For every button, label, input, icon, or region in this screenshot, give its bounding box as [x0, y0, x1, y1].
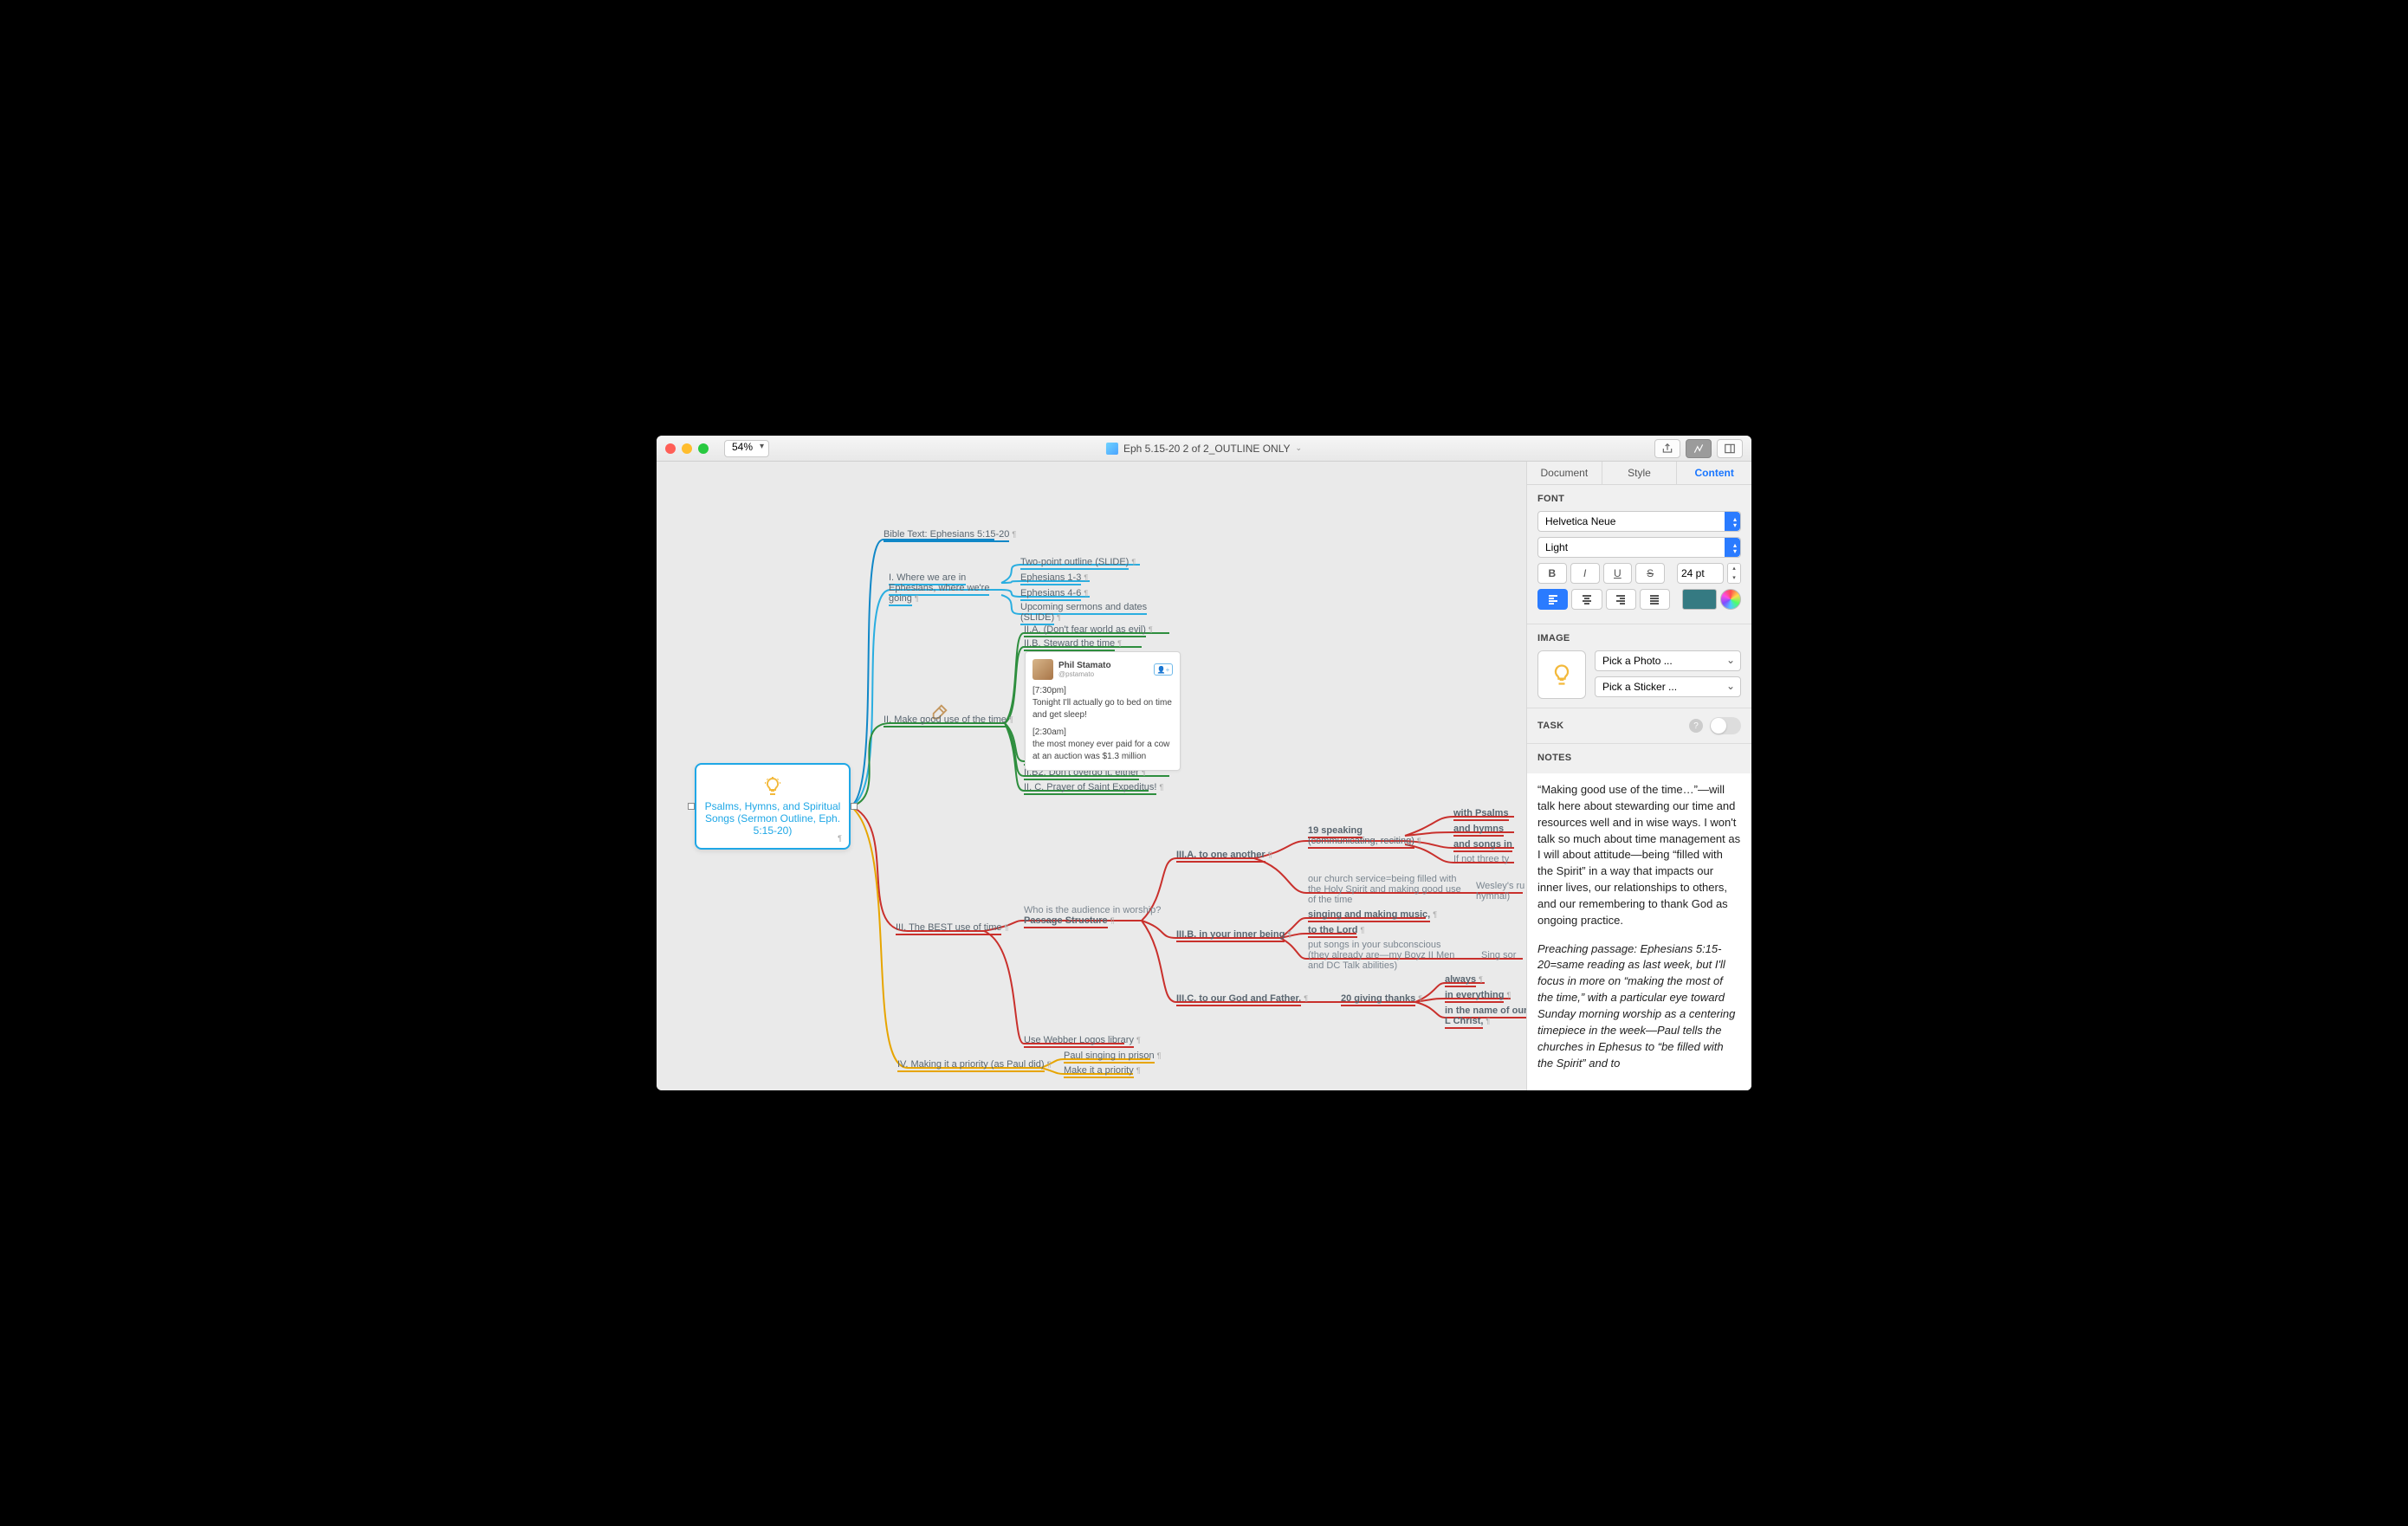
- tweet-name: Phil Stamato: [1058, 661, 1111, 670]
- root-label: Psalms, Hymns, and Spiritual Songs (Serm…: [703, 800, 842, 837]
- node-where[interactable]: I. Where we are in Ephesians, where we'r…: [889, 572, 1001, 604]
- notes-header: NOTES: [1527, 744, 1751, 773]
- resize-handle-right[interactable]: [851, 803, 858, 810]
- node-make-priority[interactable]: Make it a priority¶: [1064, 1065, 1141, 1076]
- node-ineverything[interactable]: in everything¶: [1445, 990, 1511, 1000]
- node-iiib[interactable]: III.B. in your inner being¶: [1176, 929, 1291, 940]
- image-thumbnail[interactable]: [1537, 650, 1586, 699]
- share-button[interactable]: [1654, 439, 1680, 458]
- node-upcoming[interactable]: Upcoming sermons and dates (SLIDE)¶: [1020, 602, 1150, 623]
- node-singing[interactable]: singing and making music,¶: [1308, 909, 1437, 920]
- mindmap-canvas[interactable]: Psalms, Hymns, and Spiritual Songs (Serm…: [657, 462, 1526, 1090]
- node-songs[interactable]: and songs in: [1453, 839, 1512, 850]
- node-webber[interactable]: Use Webber Logos library¶: [1024, 1035, 1141, 1045]
- font-weight-select[interactable]: Light▴▾: [1537, 537, 1741, 558]
- node-iia[interactable]: II.A. (Don't fear world as evil)¶: [1024, 624, 1153, 635]
- inspector-panel: Document Style Content FONT Helvetica Ne…: [1526, 462, 1751, 1090]
- minimize-icon[interactable]: [682, 443, 692, 454]
- node-singsor[interactable]: Sing sor: [1481, 950, 1516, 960]
- tab-content[interactable]: Content: [1677, 462, 1751, 484]
- panels-toggle[interactable]: [1717, 439, 1743, 458]
- avatar: [1032, 659, 1053, 680]
- font-size-input[interactable]: [1677, 563, 1724, 584]
- title-chevron-icon[interactable]: ⌄: [1296, 443, 1303, 453]
- image-section: IMAGE Pick a Photo ... Pick a Sticker ..…: [1527, 624, 1751, 708]
- align-justify-button[interactable]: [1640, 589, 1670, 610]
- node-eph13[interactable]: Ephesians 1-3¶: [1020, 572, 1088, 583]
- node-tolord[interactable]: to the Lord¶: [1308, 925, 1364, 935]
- node-ifnot[interactable]: If not three ty: [1453, 854, 1509, 864]
- task-toggle[interactable]: [1710, 717, 1741, 734]
- resize-handle-left[interactable]: [688, 803, 695, 810]
- node-passage[interactable]: Passage Structure¶: [1024, 915, 1114, 926]
- node-iiia[interactable]: III.A. to one another¶: [1176, 850, 1272, 860]
- body: Psalms, Hymns, and Spiritual Songs (Serm…: [657, 462, 1751, 1090]
- tweet-body: [7:30pm] Tonight I'll actually go to bed…: [1032, 685, 1173, 763]
- traffic-lights: [665, 443, 709, 454]
- tweet-handle: @pstamato: [1058, 670, 1111, 678]
- align-center-button[interactable]: [1571, 589, 1602, 610]
- node-speaking[interactable]: 19 speaking (communicating, reciting)¶: [1308, 825, 1429, 846]
- strike-button[interactable]: S: [1635, 563, 1665, 584]
- font-section: FONT Helvetica Neue▴▾ Light▴▾ B I U S ▴▾: [1527, 485, 1751, 624]
- node-church[interactable]: our church service=being filled with the…: [1308, 874, 1464, 905]
- node-psalms[interactable]: with Psalms: [1453, 808, 1509, 818]
- pick-photo-button[interactable]: Pick a Photo ...: [1595, 650, 1741, 671]
- titlebar: 54% Eph 5.15-20 2 of 2_OUTLINE ONLY ⌄: [657, 436, 1751, 462]
- node-priority[interactable]: IV. Making it a priority (as Paul did)¶: [897, 1059, 1051, 1070]
- node-hymns[interactable]: and hymns: [1453, 824, 1504, 834]
- node-thanks[interactable]: 20 giving thanks¶: [1341, 993, 1422, 1004]
- font-family-select[interactable]: Helvetica Neue▴▾: [1537, 511, 1741, 532]
- inspector-tabs: Document Style Content: [1527, 462, 1751, 485]
- align-right-button[interactable]: [1606, 589, 1636, 610]
- tab-document[interactable]: Document: [1527, 462, 1602, 484]
- node-inname[interactable]: in the name of our L Christ,¶: [1445, 1005, 1526, 1026]
- node-always[interactable]: always¶: [1445, 974, 1483, 985]
- image-label: IMAGE: [1537, 633, 1741, 643]
- bold-button[interactable]: B: [1537, 563, 1567, 584]
- node-iib[interactable]: II.B. Steward the time¶: [1024, 638, 1122, 649]
- tab-style[interactable]: Style: [1602, 462, 1678, 484]
- toolbar-right: [1654, 439, 1743, 458]
- node-putsongs[interactable]: put songs in your subconscious (they alr…: [1308, 940, 1464, 971]
- underline-button[interactable]: U: [1603, 563, 1633, 584]
- node-bible-text[interactable]: Bible Text: Ephesians 5:15-20¶: [884, 529, 1016, 540]
- window-title: Eph 5.15-20 2 of 2_OUTLINE ONLY ⌄: [1106, 443, 1302, 455]
- notes-label: NOTES: [1537, 753, 1741, 763]
- task-section: TASK ?: [1527, 708, 1751, 744]
- inspector-toggle[interactable]: [1686, 439, 1712, 458]
- font-size-stepper[interactable]: ▴▾: [1727, 563, 1741, 584]
- task-label: TASK: [1537, 721, 1563, 731]
- help-icon[interactable]: ?: [1689, 719, 1703, 733]
- node-iic[interactable]: II. C. Prayer of Saint Expeditus!¶: [1024, 782, 1163, 792]
- close-icon[interactable]: [665, 443, 676, 454]
- align-left-button[interactable]: [1537, 589, 1568, 610]
- follow-button[interactable]: 👤+: [1154, 663, 1173, 676]
- pilcrow-icon: ¶: [838, 834, 842, 843]
- lightbulb-icon: [762, 776, 783, 797]
- node-wesley[interactable]: Wesley's ru hymnal): [1476, 881, 1526, 902]
- node-eph46[interactable]: Ephesians 4-6¶: [1020, 588, 1088, 598]
- node-two-point[interactable]: Two-point outline (SLIDE)¶: [1020, 557, 1136, 567]
- color-swatch[interactable]: [1682, 589, 1717, 610]
- document-icon: [1106, 443, 1118, 455]
- node-audience[interactable]: Who is the audience in worship?: [1024, 905, 1161, 915]
- zoom-select-wrap: 54%: [709, 440, 769, 457]
- pick-sticker-button[interactable]: Pick a Sticker ...: [1595, 676, 1741, 697]
- node-best[interactable]: III. The BEST use of time¶: [896, 922, 1008, 933]
- color-wheel-icon[interactable]: [1720, 589, 1741, 610]
- node-paul-singing[interactable]: Paul singing in prison¶: [1064, 1051, 1161, 1061]
- document-title: Eph 5.15-20 2 of 2_OUTLINE ONLY: [1123, 443, 1291, 455]
- lightbulb-icon: [1550, 663, 1574, 687]
- root-node[interactable]: Psalms, Hymns, and Spiritual Songs (Serm…: [695, 763, 851, 850]
- notes-text[interactable]: “Making good use of the time…”—will talk…: [1527, 773, 1751, 1090]
- node-iiic[interactable]: III.C. to our God and Father.¶: [1176, 993, 1308, 1004]
- italic-button[interactable]: I: [1570, 563, 1600, 584]
- app-window: 54% Eph 5.15-20 2 of 2_OUTLINE ONLY ⌄: [657, 436, 1751, 1090]
- zoom-select[interactable]: 54%: [724, 440, 769, 457]
- maximize-icon[interactable]: [698, 443, 709, 454]
- font-label: FONT: [1537, 494, 1741, 504]
- node-make-good[interactable]: II. Make good use of the time¶: [884, 715, 1013, 725]
- tweet-card: Phil Stamato @pstamato 👤+ [7:30pm] Tonig…: [1025, 651, 1181, 771]
